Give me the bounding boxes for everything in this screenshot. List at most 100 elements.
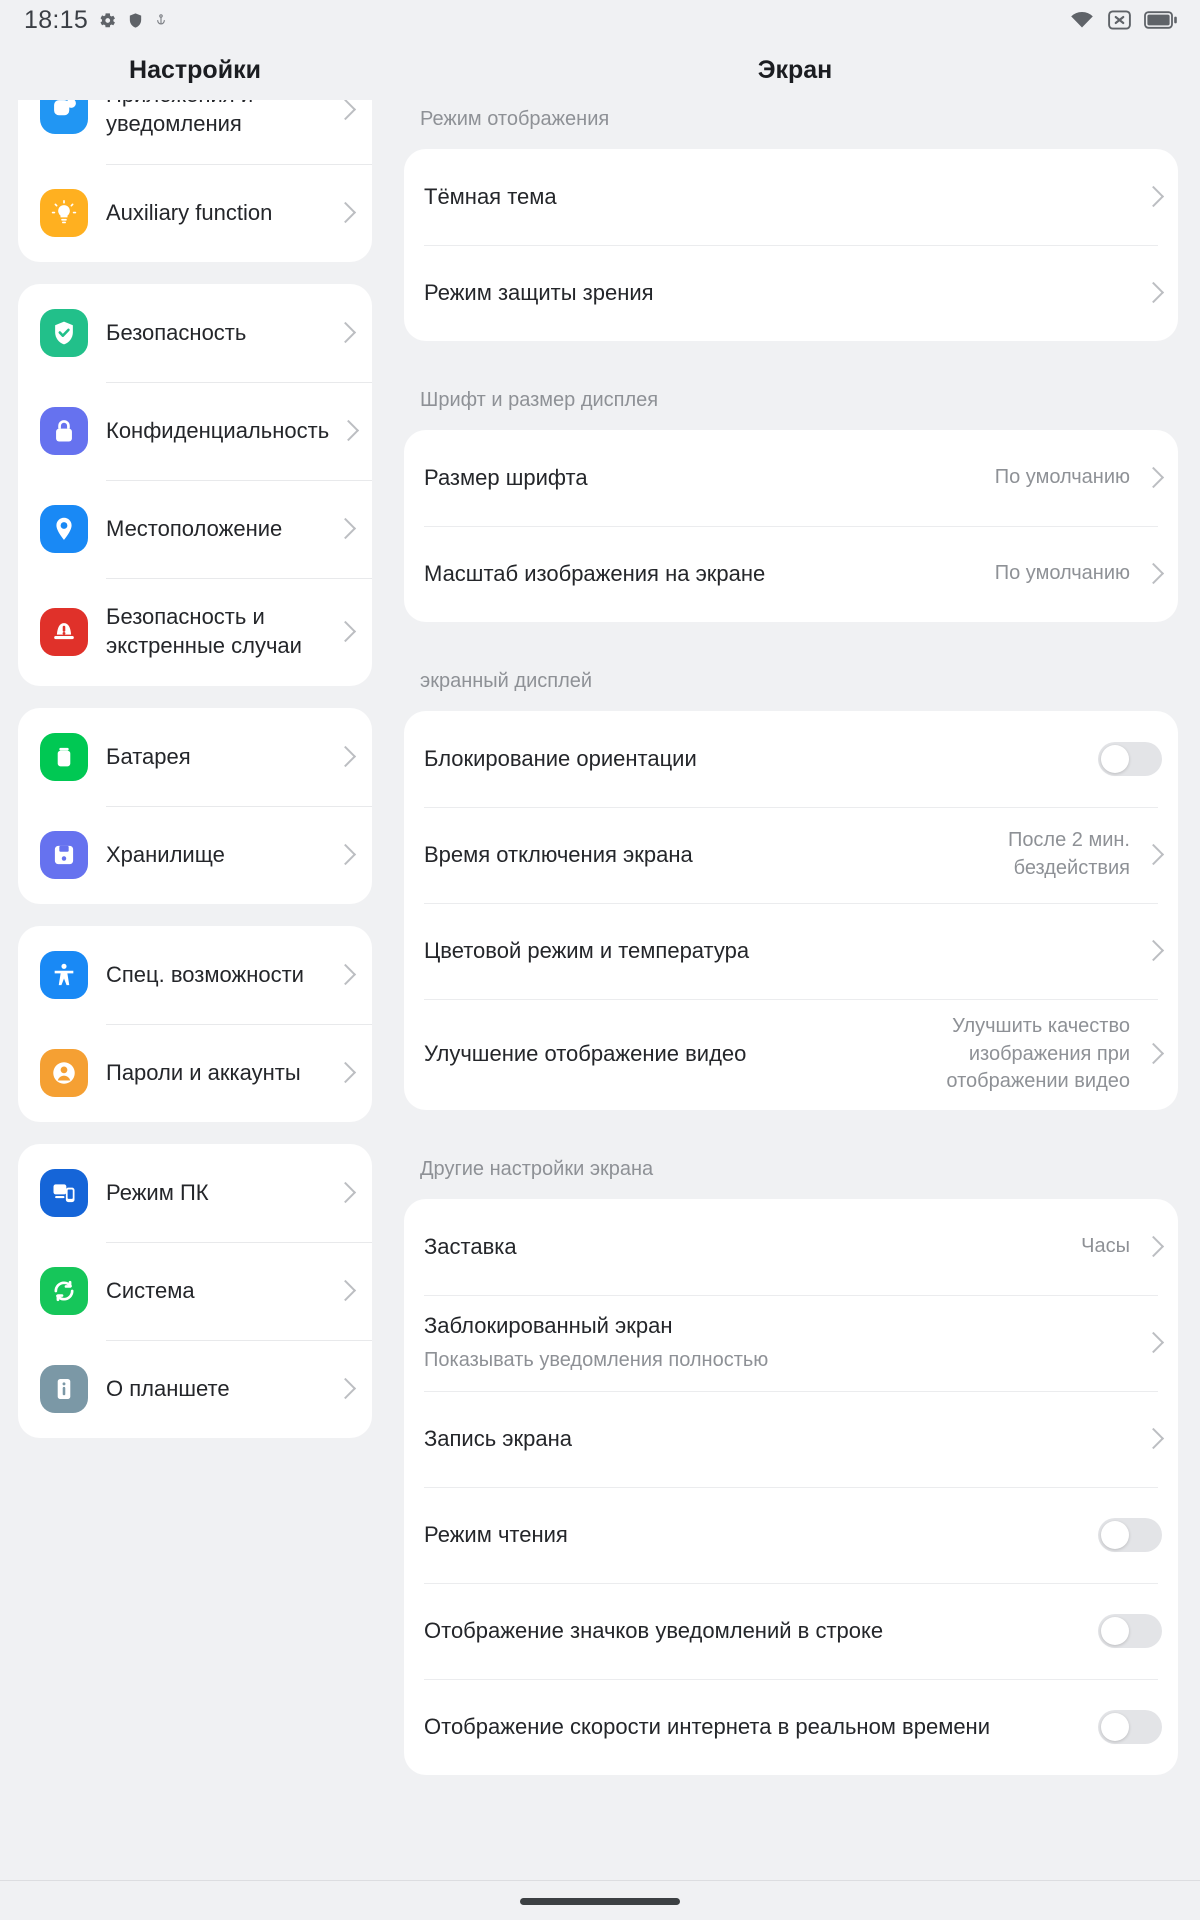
setting-row[interactable]: Режим чтения: [404, 1486, 1178, 1583]
toggle-switch[interactable]: [1098, 1613, 1162, 1648]
two-pane-layout: Приложения и уведомления Auxiliary functi…: [0, 100, 1200, 1880]
pc-mode-icon: [40, 1169, 88, 1217]
account-person-icon: [40, 1049, 88, 1097]
setting-row-main: Режим защиты зрения: [424, 279, 1130, 307]
section-header: Режим отображения: [420, 108, 610, 130]
settings-page-title: Настройки: [129, 55, 261, 84]
sidebar-item-label: Приложения и уведомления: [106, 100, 253, 136]
sidebar-item-label: Система: [106, 1277, 195, 1303]
sidebar-item-tablet-info[interactable]: О планшете: [18, 1340, 372, 1438]
setting-row[interactable]: Время отключения экрана После 2 мин. безд…: [404, 807, 1178, 903]
toggle-switch[interactable]: [1098, 1709, 1162, 1744]
setting-row-title: Тёмная тема: [424, 183, 557, 209]
setting-row-title: Блокирование ориентации: [424, 745, 697, 771]
battery-icon: [40, 733, 88, 781]
sidebar-item-label: Спец. возможности: [106, 961, 304, 987]
sidebar-item-location-pin[interactable]: Местоположение: [18, 480, 372, 578]
chevron-right-icon: [1144, 1328, 1162, 1358]
setting-row-title: Заблокированный экран: [424, 1313, 673, 1339]
chevron-right-icon: [1144, 559, 1162, 589]
sidebar-item-lock[interactable]: Конфиденциальность: [18, 382, 372, 480]
setting-row-subtitle: Показывать уведомления полностью: [424, 1348, 769, 1371]
toggle-knob: [1101, 1616, 1129, 1645]
setting-row[interactable]: Заставка Часы: [404, 1199, 1178, 1295]
chevron-right-icon: [336, 840, 354, 870]
setting-row-main: Цветовой режим и температура: [424, 937, 1130, 965]
setting-row[interactable]: Улучшение отображение видео Улучшить каче…: [404, 999, 1178, 1110]
battery-icon: [1144, 11, 1177, 29]
sidebar-item-label: Местоположение: [106, 515, 283, 541]
setting-row[interactable]: Тёмная тема: [404, 149, 1178, 245]
setting-row[interactable]: Отображение значков уведомлений в строке: [404, 1582, 1178, 1679]
toggle-switch[interactable]: [1098, 1517, 1162, 1552]
chevron-right-icon: [336, 1178, 354, 1208]
setting-row-main: Размер шрифта: [424, 464, 981, 492]
sidebar-item-label: Пароли и аккаунты: [106, 1059, 301, 1085]
setting-row[interactable]: Масштаб изображения на экране По умолчани…: [404, 526, 1178, 622]
storage-floppy-icon: [40, 831, 88, 879]
setting-row-value: Часы: [1081, 1234, 1130, 1257]
section-header: Шрифт и размер дисплея: [420, 389, 659, 411]
chevron-right-icon: [336, 960, 354, 990]
setting-row-title: Режим защиты зрения: [424, 279, 654, 305]
chevron-right-icon: [339, 416, 357, 446]
sidebar-item-label: Конфиденциальность: [106, 417, 330, 443]
chevron-right-icon: [336, 742, 354, 772]
chevron-right-icon: [1144, 1232, 1162, 1262]
panel-headers: Настройки Экран: [0, 40, 1200, 100]
setting-row-main: Время отключения экрана: [424, 841, 931, 869]
settings-card: Тёмная тема Режим защиты зрения: [404, 149, 1178, 341]
setting-row-title: Отображение скорости интернета в реально…: [424, 1713, 990, 1739]
sidebar-item-account-person[interactable]: Пароли и аккаунты: [18, 1024, 372, 1122]
sidebar-item-label: Батарея: [106, 743, 191, 769]
lock-icon: [40, 407, 88, 455]
sidebar-item-label: Безопасность и экстренные случаи: [106, 604, 302, 658]
display-settings-list[interactable]: Режим отображения Тёмная тема Режим защиты…: [390, 100, 1200, 1797]
sidebar-item-system-sync[interactable]: Система: [18, 1242, 372, 1340]
setting-row-main: Заблокированный экран Показывать уведомле…: [424, 1312, 1130, 1373]
chevron-right-icon: [336, 198, 354, 228]
tablet-info-icon: [40, 1365, 88, 1413]
sidebar-item-emergency[interactable]: Безопасность и экстренные случаи: [18, 578, 372, 686]
sidebar-item-label: Безопасность: [106, 319, 247, 345]
setting-row-title: Улучшение отображение видео: [424, 1041, 747, 1067]
sidebar-item-battery[interactable]: Батарея: [18, 708, 372, 806]
wifi-icon: [1071, 11, 1093, 28]
settings-sidebar[interactable]: Приложения и уведомления Auxiliary functi…: [0, 100, 390, 1460]
setting-row-main: Тёмная тема: [424, 183, 1130, 211]
setting-row-value: По умолчанию: [994, 562, 1130, 585]
setting-row-value: По умолчанию: [994, 466, 1130, 489]
setting-row[interactable]: Отображение скорости интернета в реально…: [404, 1678, 1178, 1775]
setting-row[interactable]: Размер шрифта По умолчанию: [404, 430, 1178, 526]
setting-row[interactable]: Блокирование ориентации: [404, 711, 1178, 807]
chevron-right-icon: [1144, 936, 1162, 966]
navigation-bar: [0, 1881, 1200, 1920]
chevron-right-icon: [336, 617, 354, 647]
chevron-right-icon: [336, 1058, 354, 1088]
emergency-icon: [40, 608, 88, 656]
sidebar-item-pc-mode[interactable]: Режим ПК: [18, 1144, 372, 1242]
setting-row[interactable]: Заблокированный экран Показывать уведомле…: [404, 1294, 1178, 1391]
sidebar-item-lightbulb[interactable]: Auxiliary function: [18, 164, 372, 262]
home-gesture-pill[interactable]: [520, 1897, 680, 1905]
setting-row-value: Улучшить качество изображения при отобра…: [946, 1015, 1130, 1093]
shield-check-icon: [40, 309, 88, 357]
setting-row[interactable]: Режим защиты зрения: [404, 245, 1178, 341]
status-bar-left: 18:15: [24, 6, 168, 35]
sidebar-item-storage-floppy[interactable]: Хранилище: [18, 806, 372, 904]
section-header: Другие настройки экрана: [420, 1157, 654, 1180]
sidebar-item-apps-notifications[interactable]: Приложения и уведомления: [18, 100, 372, 164]
apps-notifications-icon: [40, 100, 88, 134]
setting-row-title: Режим чтения: [424, 1521, 568, 1547]
sidebar-item-shield-check[interactable]: Безопасность: [18, 284, 372, 382]
toggle-knob: [1101, 1520, 1129, 1549]
setting-row[interactable]: Цветовой режим и температура: [404, 903, 1178, 999]
settings-card: Блокирование ориентации Время отключения …: [404, 711, 1178, 1110]
sidebar-group: Режим ПК Система О планшете: [18, 1144, 372, 1438]
chevron-right-icon: [1144, 840, 1162, 870]
sidebar-item-accessibility[interactable]: Спец. возможности: [18, 926, 372, 1024]
setting-row[interactable]: Запись экрана: [404, 1390, 1178, 1487]
toggle-switch[interactable]: [1098, 742, 1162, 776]
setting-row-title: Время отключения экрана: [424, 841, 693, 867]
setting-row-title: Заставка: [424, 1233, 517, 1259]
